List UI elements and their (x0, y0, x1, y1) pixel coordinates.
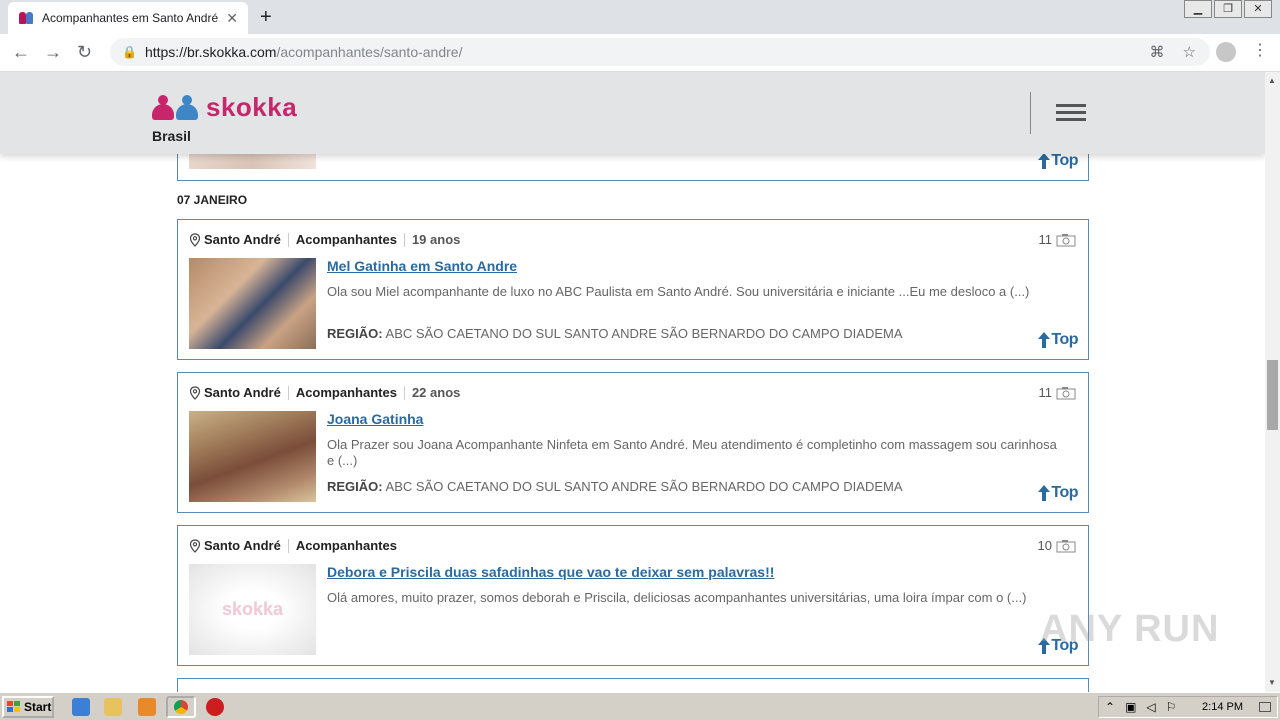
browser-tab-bar: Acompanhantes em Santo André e g ✕ + ▁ ❐… (0, 0, 1280, 34)
listing-title-link[interactable]: Mel Gatinha em Santo Andre (327, 258, 517, 274)
logo-figure-right-icon (176, 94, 198, 121)
windows-taskbar: Start ⌃ ▣ ◁ ⚐ 2:14 PM (0, 692, 1280, 720)
top-badge[interactable]: Top (1038, 331, 1078, 349)
listing-category[interactable]: Acompanhantes (296, 538, 397, 553)
placeholder-logo: skokka (221, 599, 284, 619)
chrome-menu-icon[interactable]: ⋮ (1252, 40, 1268, 60)
stop-icon[interactable] (206, 698, 224, 716)
location-pin-icon (189, 538, 201, 553)
header-divider (1030, 92, 1031, 134)
listing-card[interactable]: Santo André Acompanhantes 19 anos 11 Mel… (177, 219, 1089, 360)
url-path: /acompanhantes/santo-andre/ (276, 44, 463, 60)
listing-age: 19 anos (411, 232, 461, 247)
media-player-icon[interactable] (138, 698, 156, 716)
show-desktop-icon[interactable] (1259, 702, 1271, 712)
listing-description: Ola Prazer sou Joana Acompanhante Ninfet… (327, 437, 1057, 468)
listing-thumbnail[interactable] (189, 411, 316, 502)
file-explorer-icon[interactable] (104, 698, 122, 716)
logo-figure-left-icon (152, 94, 174, 121)
skokka-logo[interactable]: skokka (152, 92, 297, 123)
clock[interactable]: 2:14 PM (1202, 701, 1243, 713)
top-arrow-icon (1038, 153, 1051, 169)
listing-thumbnail[interactable] (189, 258, 316, 349)
listing-region: REGIÃO: ABC SÃO CAETANO DO SUL SANTO AND… (327, 326, 903, 341)
listing-description: Ola sou Miel acompanhante de luxo no ABC… (327, 284, 1030, 299)
address-bar[interactable]: 🔒 https://br.skokka.com/acompanhantes/sa… (110, 38, 1210, 66)
listing-meta: Santo André Acompanhantes 22 anos (189, 385, 460, 400)
bookmark-star-icon[interactable]: ☆ (1183, 43, 1196, 61)
chrome-taskbar-button[interactable] (166, 696, 196, 718)
reload-icon[interactable]: ↻ (77, 42, 92, 63)
close-window-button[interactable]: ✕ (1244, 0, 1272, 18)
logo-text: skokka (206, 92, 298, 122)
listing-title-link[interactable]: Debora e Priscila duas safadinhas que va… (327, 564, 774, 580)
listing-age: 22 anos (411, 385, 461, 400)
listing-city[interactable]: Santo André (204, 538, 281, 553)
scroll-thumb[interactable] (1267, 360, 1278, 430)
tray-expand-icon[interactable]: ⌃ (1105, 700, 1115, 714)
location-pin-icon (189, 232, 201, 247)
system-tray: ⌃ ▣ ◁ ⚐ 2:14 PM (1098, 696, 1278, 718)
browser-toolbar: ← → ↻ 🔒 https://br.skokka.com/acompanhan… (0, 34, 1280, 72)
action-center-flag-icon[interactable]: ⚐ (1166, 700, 1177, 714)
photo-count: 11 (1039, 232, 1077, 247)
camera-icon (1056, 539, 1076, 552)
tab-close-icon[interactable]: ✕ (226, 10, 238, 27)
listing-title-link[interactable]: Joana Gatinha (327, 411, 423, 427)
profile-avatar-icon[interactable] (1216, 42, 1236, 62)
skokka-favicon-icon (18, 10, 34, 26)
restore-button[interactable]: ❐ (1214, 0, 1242, 18)
start-button[interactable]: Start (2, 696, 54, 718)
translate-icon[interactable]: ⌘ (1150, 43, 1165, 61)
new-tab-button[interactable]: + (260, 6, 272, 29)
top-badge: Top (1038, 152, 1078, 170)
window-controls: ▁ ❐ ✕ (1184, 0, 1272, 18)
forward-arrow-icon[interactable]: → (44, 42, 62, 63)
date-heading: 07 JANEIRO (177, 193, 248, 207)
tab-title: Acompanhantes em Santo André e g (42, 11, 222, 25)
listing-description: Olá amores, muito prazer, somos deborah … (327, 590, 1027, 605)
chrome-icon (174, 700, 188, 714)
hamburger-menu-icon[interactable] (1056, 104, 1086, 124)
anyrun-watermark: ANY RUN (1040, 608, 1220, 650)
top-arrow-icon (1038, 485, 1051, 501)
listing-category[interactable]: Acompanhantes (296, 385, 397, 400)
scroll-down-icon[interactable]: ▼ (1268, 678, 1276, 687)
photo-count: 10 (1038, 538, 1076, 553)
listing-meta: Santo André Acompanhantes (189, 538, 397, 553)
listing-city[interactable]: Santo André (204, 232, 281, 247)
location-pin-icon (189, 385, 201, 400)
scroll-up-icon[interactable]: ▲ (1268, 76, 1276, 85)
camera-icon (1056, 386, 1076, 399)
network-icon[interactable]: ▣ (1125, 700, 1136, 714)
listing-meta: Santo André Acompanhantes 19 anos (189, 232, 460, 247)
url-host: https://br.skokka.com (144, 44, 277, 60)
site-header: skokka Brasil (0, 72, 1265, 154)
listing-city[interactable]: Santo André (204, 385, 281, 400)
listing-thumbnail[interactable] (189, 154, 316, 169)
listing-region: REGIÃO: ABC SÃO CAETANO DO SUL SANTO AND… (327, 479, 903, 494)
top-arrow-icon (1038, 332, 1051, 348)
page-scrollbar[interactable]: ▲ ▼ (1265, 72, 1280, 692)
windows-flag-icon (7, 701, 20, 712)
lock-icon: 🔒 (122, 45, 137, 59)
browser-tab[interactable]: Acompanhantes em Santo André e g ✕ (8, 2, 248, 34)
volume-icon[interactable]: ◁ (1146, 700, 1155, 714)
minimize-button[interactable]: ▁ (1184, 0, 1212, 18)
back-arrow-icon[interactable]: ← (12, 42, 30, 63)
country-label: Brasil (152, 128, 191, 144)
listing-placeholder-thumbnail[interactable]: skokka (189, 564, 316, 655)
listing-card[interactable]: Santo André Acompanhantes 22 anos 11 Joa… (177, 372, 1089, 513)
top-badge[interactable]: Top (1038, 484, 1078, 502)
camera-icon (1056, 233, 1076, 246)
page-viewport: skokka Brasil Top 07 JANEIRO Santo André… (0, 72, 1265, 692)
listing-card[interactable]: Santo André Acompanhantes 10 skokka Debo… (177, 525, 1089, 666)
listing-category[interactable]: Acompanhantes (296, 232, 397, 247)
listing-card-next[interactable] (177, 678, 1089, 692)
photo-count: 11 (1039, 385, 1077, 400)
internet-explorer-icon[interactable] (72, 698, 90, 716)
